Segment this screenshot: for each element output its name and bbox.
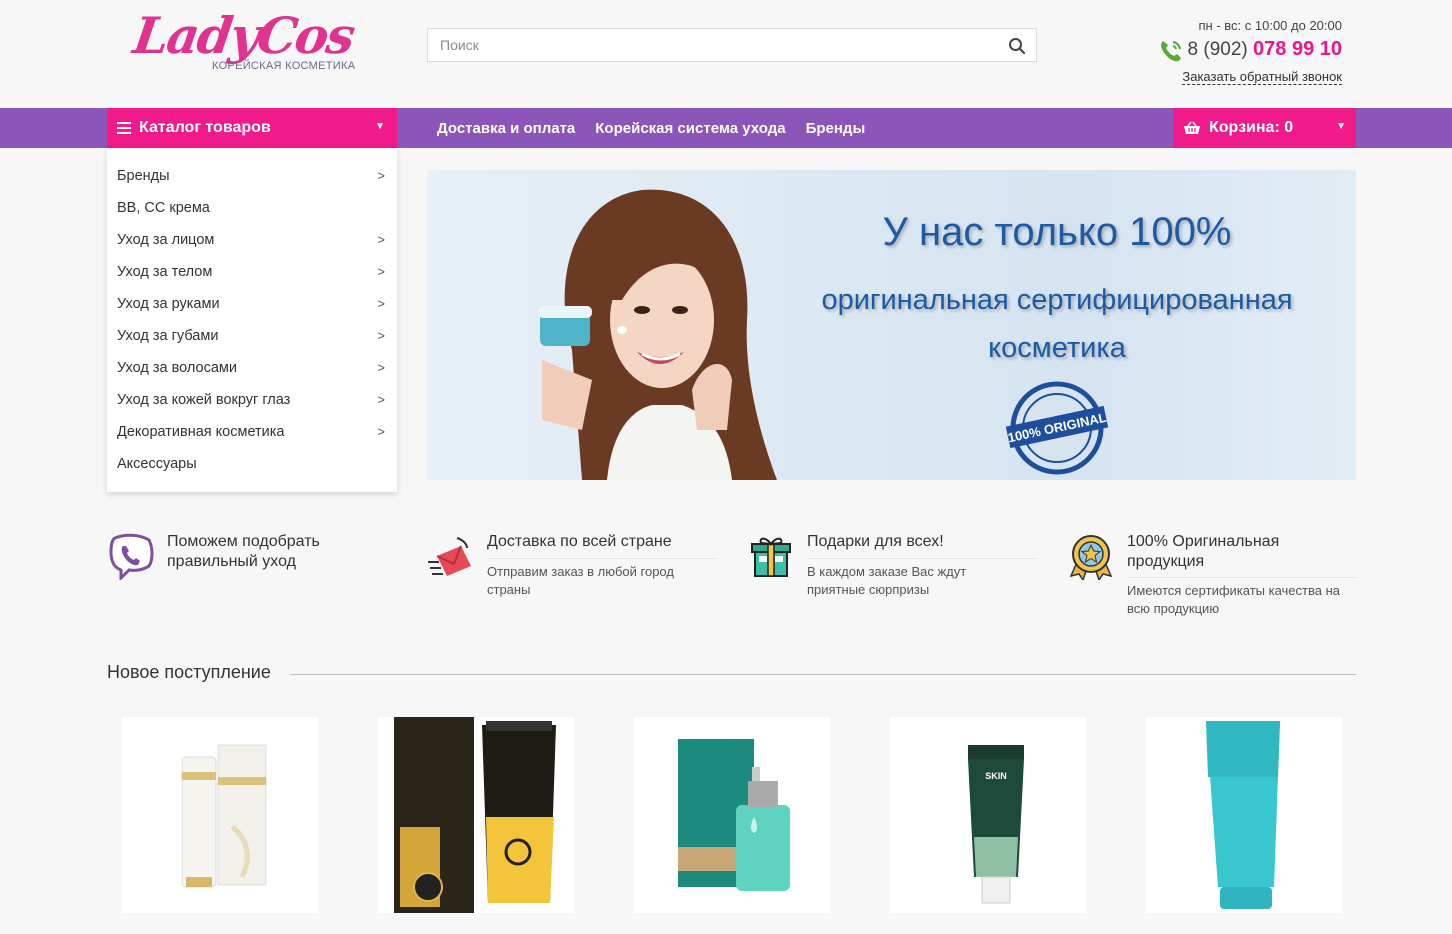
banner-line-3: косметика: [988, 332, 1126, 364]
product-card[interactable]: [378, 717, 574, 913]
product-card[interactable]: [122, 717, 318, 913]
nav-link-brands[interactable]: Бренды: [806, 120, 866, 137]
feature-title: 100% Оригинальная продукция: [1127, 533, 1280, 570]
menu-item-label: Аксессуары: [117, 456, 197, 472]
menu-item-bb-cc[interactable]: BB, CC крема: [107, 192, 397, 224]
site-logo[interactable]: LadyCos КОРЕЙСКАЯ КОСМЕТИКА: [130, 6, 374, 80]
logo-text: LadyCos: [129, 6, 358, 65]
menu-item-accessories[interactable]: Аксессуары: [107, 448, 397, 480]
cart-label: Корзина: 0: [1209, 119, 1294, 136]
chevron-down-icon: ▼: [375, 121, 385, 132]
feature-divider: [487, 558, 717, 559]
menu-item-label: Уход за лицом: [117, 232, 215, 248]
search-bar: [427, 28, 1037, 62]
im-sorry-skin-product: SKIN: [968, 745, 1024, 904]
model-photo: [538, 189, 777, 480]
section-divider: [290, 674, 1356, 675]
gift-icon: [751, 537, 791, 577]
product-card[interactable]: SKIN: [890, 717, 1086, 913]
feature-description: Имеются сертификаты качества на всю прод…: [1127, 583, 1340, 616]
feature-description: В каждом заказе Вас ждут приятные сюрпри…: [807, 564, 967, 597]
menu-item-label: Декоративная косметика: [117, 424, 285, 440]
phone-number[interactable]: 8 (902) 078 99 10: [1188, 38, 1342, 61]
escargot-cleansing-foam-product: [394, 717, 556, 913]
feature-title: Подарки для всех!: [807, 533, 944, 550]
main-navbar: Каталог товаров ▼ Доставка и оплата Коре…: [0, 108, 1452, 148]
phone-icon: [1161, 41, 1181, 62]
feature-description: Отправим заказ в любой город страны: [487, 564, 674, 597]
chevron-right-icon: >: [377, 296, 385, 311]
catalog-button[interactable]: Каталог товаров ▼: [107, 108, 397, 148]
nav-link-delivery[interactable]: Доставка и оплата: [437, 120, 575, 137]
menu-item-face[interactable]: Уход за лицом >: [107, 224, 397, 256]
promo-banner[interactable]: У нас только 100% оригинальная сертифици…: [427, 170, 1356, 480]
catalog-menu: Бренды > BB, CC крема Уход за лицом > Уход…: [107, 148, 397, 492]
search-icon[interactable]: [1008, 37, 1026, 55]
feature-divider: [807, 558, 1037, 559]
chevron-right-icon: >: [377, 360, 385, 375]
delivery-icon: [428, 537, 471, 576]
chevron-right-icon: >: [377, 392, 385, 407]
phone-main: 078 99 10: [1253, 38, 1342, 60]
menu-item-label: BB, CC крема: [117, 200, 210, 216]
menu-item-lips[interactable]: Уход за губами >: [107, 320, 397, 352]
original-badge-icon: 100% ORIGINAL: [1005, 381, 1109, 475]
product-card[interactable]: [634, 717, 830, 913]
nav-link-korean-care[interactable]: Корейская система ухода: [595, 120, 785, 137]
chevron-right-icon: >: [377, 424, 385, 439]
menu-item-hair[interactable]: Уход за волосами >: [107, 352, 397, 384]
basket-icon: [1184, 121, 1200, 134]
badge-text: 100% ORIGINAL: [1006, 410, 1107, 446]
logo-subtitle: КОРЕЙСКАЯ КОСМЕТИКА: [212, 60, 356, 72]
menu-item-hands[interactable]: Уход за руками >: [107, 288, 397, 320]
product-card[interactable]: [1146, 717, 1342, 913]
menu-item-label: Уход за телом: [117, 264, 213, 280]
menu-item-brands[interactable]: Бренды >: [107, 160, 397, 192]
working-hours: пн - вс: с 10:00 до 20:00: [1198, 18, 1342, 33]
search-input[interactable]: [428, 29, 988, 61]
retinol-cream-product: [181, 744, 267, 888]
menu-item-makeup[interactable]: Декоративная косметика >: [107, 416, 397, 448]
menu-item-label: Уход за руками: [117, 296, 220, 312]
hyaluronic-ampoule-product: [678, 739, 790, 891]
chevron-right-icon: >: [377, 264, 385, 279]
menu-item-body[interactable]: Уход за телом >: [107, 256, 397, 288]
banner-subheadline: оригинальная сертифицированная косметика: [787, 276, 1327, 372]
chevron-down-icon: ▼: [1336, 121, 1346, 132]
chevron-right-icon: >: [377, 232, 385, 247]
chevron-right-icon: >: [377, 328, 385, 343]
callback-link[interactable]: Заказать обратный звонок: [1182, 69, 1342, 85]
menu-item-label: Уход за волосами: [117, 360, 237, 376]
feature-divider: [1127, 577, 1357, 578]
nav-links: Доставка и оплата Корейская система уход…: [437, 108, 865, 148]
medal-icon: [1069, 535, 1113, 580]
banner-headline: У нас только 100%: [882, 210, 1232, 254]
menu-item-label: Уход за губами: [117, 328, 219, 344]
feature-title: Доставка по всей стране: [487, 533, 672, 550]
hyaluronic-acid-gel-product: [1206, 721, 1280, 909]
chevron-right-icon: >: [377, 168, 385, 183]
feature-title: Поможем подобрать правильный уход: [167, 533, 320, 570]
section-title: Новое поступление: [107, 662, 285, 683]
svg-text:SKIN: SKIN: [985, 771, 1007, 781]
viber-icon: [109, 533, 154, 580]
menu-item-eyes[interactable]: Уход за кожей вокруг глаз >: [107, 384, 397, 416]
menu-item-label: Уход за кожей вокруг глаз: [117, 392, 291, 408]
cart-button[interactable]: Корзина: 0 ▼: [1173, 108, 1356, 148]
menu-item-label: Бренды: [117, 168, 170, 184]
phone-prefix: 8 (902): [1187, 39, 1248, 60]
catalog-label: Каталог товаров: [139, 119, 271, 136]
contact-block: пн - вс: с 10:00 до 20:00 8 (902) 078 99…: [1122, 16, 1342, 91]
menu-icon: [117, 122, 131, 134]
banner-line-2: оригинальная сертифицированная: [821, 284, 1293, 316]
